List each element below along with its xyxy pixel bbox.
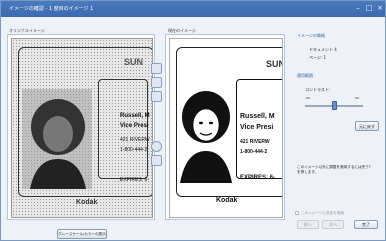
slider-min-label: -50: [305, 96, 310, 100]
dialog-window: イメージの確認 - 1 度目のイメージ 1 – □ × オリジナルイメージ Ko…: [0, 0, 386, 241]
kodak-logo-right: Kodak: [216, 197, 238, 204]
portrait-image-right: [180, 91, 232, 183]
card-expires-right: EXPIRES: 6-: [240, 175, 276, 181]
contrast-slider-thumb[interactable]: [331, 101, 337, 110]
next-button[interactable]: 次へ: [322, 220, 344, 229]
card-phone-left: 1-800-444-2: [120, 147, 148, 153]
apply-checkbox[interactable]: [295, 211, 299, 215]
done-button[interactable]: 完了: [354, 220, 378, 229]
original-image-pane[interactable]: Kodak SUN Russell, M Vice Presi 421 RIVE…: [7, 34, 155, 220]
card-phone-right: 1-800-444-2: [240, 149, 268, 155]
card-expires-left: EXPIRES: 6-: [120, 177, 149, 183]
zoom-in-button[interactable]: [151, 63, 162, 74]
pan-button[interactable]: [151, 155, 162, 166]
slider-max-label: 50: [355, 96, 359, 100]
card-address-right: 421 RIVERW: [240, 139, 270, 145]
apply-checkbox-label: このイメージに設定を適用: [301, 211, 345, 215]
window-title: イメージの確認 - 1 度目のイメージ 1: [9, 6, 94, 12]
adjust-heading: 適用範囲: [297, 73, 313, 78]
image-info-heading: イメージの情報: [297, 33, 325, 38]
zoom-out-button[interactable]: [151, 77, 162, 88]
fit-button[interactable]: [151, 91, 162, 102]
close-button[interactable]: ×: [375, 4, 385, 13]
card-title-right: Vice Presi: [240, 124, 274, 131]
page-number: ページ: 1: [309, 55, 327, 60]
current-scan: Kodak SUN Russell, M Vice Presi 421 RIVE…: [169, 38, 283, 218]
card-name-left: Russell, M: [120, 113, 150, 119]
apply-note: このイメージ以外に調整を適用するには完了? を押します。: [297, 165, 371, 174]
rotate-button[interactable]: [151, 141, 162, 152]
company-name-right: SUN: [266, 59, 282, 69]
settings-panel: イメージの情報 ドキュメント 4 ページ: 1 適用範囲 コントラスト: -50…: [291, 25, 381, 225]
contrast-label: コントラスト:: [305, 87, 331, 92]
kodak-logo-left: Kodak: [76, 199, 98, 206]
card-name-right: Russell, M: [240, 113, 275, 120]
card-address-left: 421 RIVERW: [120, 137, 150, 143]
title-bar: イメージの確認 - 1 度目のイメージ 1 – □ ×: [1, 1, 385, 17]
reset-button[interactable]: 元に戻す: [355, 121, 379, 131]
portrait-image: [22, 89, 92, 189]
current-image-pane[interactable]: Kodak SUN Russell, M Vice Presi 421 RIVE…: [165, 34, 285, 220]
minimize-button[interactable]: –: [353, 4, 363, 13]
card-title-left: Vice Presi: [120, 123, 149, 129]
document-number: ドキュメント 4: [309, 47, 337, 52]
previous-button[interactable]: 前へ: [297, 220, 319, 229]
original-scan: Kodak SUN Russell, M Vice Presi 421 RIVE…: [11, 38, 153, 218]
maximize-button[interactable]: □: [364, 4, 374, 13]
company-name-left: SUN: [124, 57, 144, 67]
grayscale-color-view-button[interactable]: グレースケール/カラーの表示: [57, 229, 107, 239]
